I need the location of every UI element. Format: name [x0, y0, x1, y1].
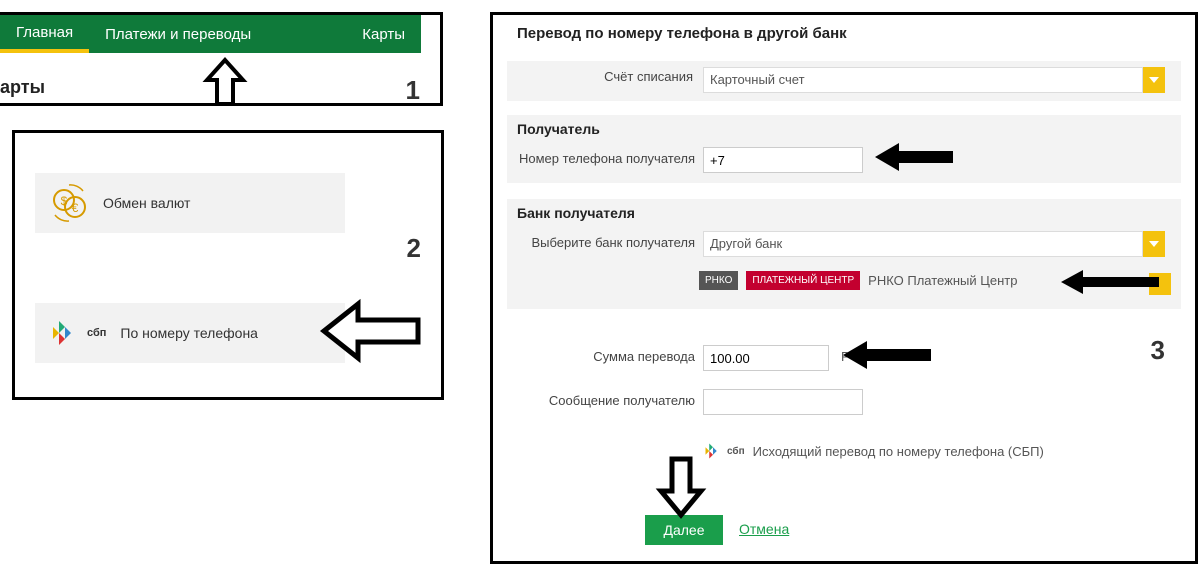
recipient-section-header: Получатель	[517, 121, 600, 137]
message-input[interactable]	[703, 389, 863, 415]
option-currency-label: Обмен валют	[103, 195, 190, 211]
nav-tab-payments[interactable]: Платежи и переводы	[89, 15, 267, 53]
step-number-2: 2	[407, 233, 421, 264]
next-button[interactable]: Далее	[645, 515, 723, 545]
phone-input[interactable]	[703, 147, 863, 173]
sbp-icon	[703, 441, 723, 461]
step-number-3: 3	[1151, 335, 1165, 366]
sbp-icon	[49, 317, 81, 349]
panel-step3: Перевод по номеру телефона в другой банк…	[490, 12, 1198, 564]
account-dropdown-button[interactable]	[1143, 67, 1165, 93]
sbp-transfer-note: сбп Исходящий перевод по номеру телефона…	[703, 441, 1044, 461]
breadcrumb: арты	[0, 77, 45, 98]
currency-exchange-icon: $ €	[49, 183, 89, 223]
rnko-bank-name: РНКО Платежный Центр	[868, 273, 1017, 288]
account-label: Счёт списания	[533, 69, 693, 84]
form-title: Перевод по номеру телефона в другой банк	[517, 25, 847, 42]
option-transfer-by-phone[interactable]: сбп По номеру телефона	[35, 303, 345, 363]
svg-text:€: €	[72, 201, 79, 215]
message-label: Сообщение получателю	[533, 393, 695, 408]
nav-tab-home[interactable]: Главная	[0, 15, 89, 53]
sbp-label: сбп	[87, 327, 106, 339]
bank-section-header: Банк получателя	[517, 205, 635, 221]
rnko-select-indicator[interactable]	[1149, 273, 1171, 295]
amount-currency: Р	[841, 349, 850, 364]
account-value: Карточный счет	[703, 67, 1143, 93]
option-currency-exchange[interactable]: $ € Обмен валют	[35, 173, 345, 233]
panel-step2: $ € Обмен валют 2 сбп По номеру телефона	[12, 130, 444, 400]
sbp-small-label: сбп	[727, 446, 745, 457]
rnko-badge-2: ПЛАТЕЖНЫЙ ЦЕНТР	[746, 271, 860, 290]
amount-input[interactable]	[703, 345, 829, 371]
cancel-link[interactable]: Отмена	[739, 521, 789, 537]
rnko-badge-1: РНКО	[699, 271, 738, 290]
annotation-arrow-next	[651, 455, 711, 521]
sbp-note-text: Исходящий перевод по номеру телефона (СБ…	[753, 444, 1044, 459]
nav-tab-cards[interactable]: Карты	[346, 15, 421, 53]
bank-option-rnko[interactable]: РНКО ПЛАТЕЖНЫЙ ЦЕНТР РНКО Платежный Цент…	[699, 271, 1017, 290]
phone-label: Номер телефона получателя	[517, 151, 695, 166]
step-number-1: 1	[406, 75, 420, 106]
bank-dropdown-button[interactable]	[1143, 231, 1165, 257]
main-nav: Главная Платежи и переводы Карты	[0, 15, 421, 53]
panel-step1: Главная Платежи и переводы Карты арты 1	[0, 12, 443, 106]
amount-label: Сумма перевода	[533, 349, 695, 364]
option-phone-label: По номеру телефона	[120, 325, 258, 341]
bank-select-label: Выберите банк получателя	[517, 235, 695, 250]
annotation-arrow-amount	[837, 335, 937, 375]
bank-select-value[interactable]: Другой банк	[703, 231, 1143, 257]
